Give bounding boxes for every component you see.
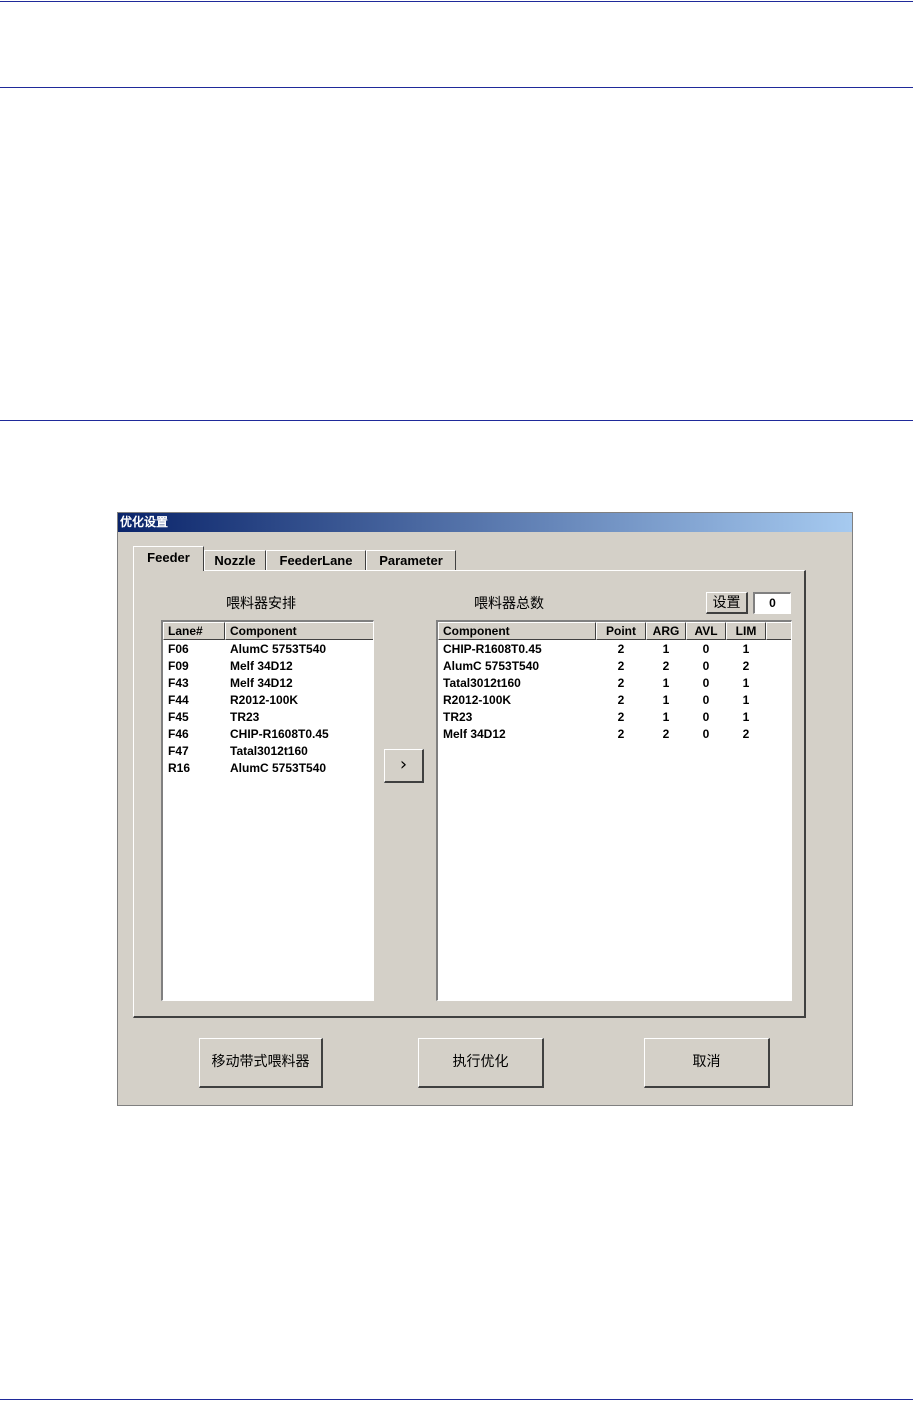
arg-cell: 1 [662,693,670,707]
component-cell: CHIP-R1608T0.45 [443,642,542,656]
lim-cell: 2 [742,659,750,673]
table-row[interactable]: R2012-100K 2 1 0 1 [438,692,791,709]
dialog-title[interactable]: 优化设置 [118,513,852,532]
col-component-total[interactable]: Component [438,622,596,640]
left-list-header: Lane# Component [163,622,373,640]
component-cell: Melf 34D12 [230,659,293,673]
list-item[interactable]: F45 TR23 [163,709,373,726]
arg-cell: 1 [662,710,670,724]
lane-cell: R16 [168,761,191,775]
tab-parameter[interactable]: Parameter [366,550,456,570]
component-cell: AlumC 5753T540 [230,761,327,775]
lim-cell: 1 [742,693,750,707]
avl-cell: 0 [702,642,710,656]
lane-cell: F09 [168,659,189,673]
point-cell: 2 [617,676,625,690]
component-cell: TR23 [230,710,260,724]
avl-cell: 0 [702,727,710,741]
lane-cell: F06 [168,642,189,656]
lim-cell: 2 [742,727,750,741]
list-item[interactable]: R16 AlumC 5753T540 [163,760,373,777]
col-component[interactable]: Component [225,622,373,640]
lim-cell: 1 [742,642,750,656]
list-item[interactable]: F44 R2012-100K [163,692,373,709]
component-cell: Melf 34D12 [230,676,293,690]
arg-cell: 1 [662,676,670,690]
list-item[interactable]: F06 AlumC 5753T540 [163,641,373,658]
feeder-tab-panel: 喂料器安排 喂料器总数 设置 0 Lane# Component F06 Alum… [133,570,806,1018]
component-cell: R2012-100K [443,693,512,707]
arg-cell: 1 [662,642,670,656]
table-row[interactable]: Melf 34D12 2 2 0 2 [438,726,791,743]
avl-cell: 0 [702,676,710,690]
lane-cell: F44 [168,693,189,707]
tab-nozzle[interactable]: Nozzle [204,550,266,570]
col-avl[interactable]: AVL [686,622,726,640]
point-cell: 2 [617,642,625,656]
list-item[interactable]: F43 Melf 34D12 [163,675,373,692]
list-item[interactable]: F46 CHIP-R1608T0.45 [163,726,373,743]
lane-cell: F45 [168,710,189,724]
avl-cell: 0 [702,659,710,673]
footer-rule [0,1399,913,1400]
section-rule [0,420,913,421]
point-cell: 2 [617,710,625,724]
tab-feederlane[interactable]: FeederLane [266,550,366,570]
col-filler [766,622,791,640]
feeder-total-list[interactable]: Component Point ARG AVL LIM CHIP-R1608T0… [436,620,792,1001]
lane-cell: F43 [168,676,189,690]
lim-cell: 1 [742,710,750,724]
tab-feeder[interactable]: Feeder [133,546,204,571]
component-cell: Tatal3012t160 [230,744,308,758]
component-cell: AlumC 5753T540 [443,659,540,673]
list-item[interactable]: F09 Melf 34D12 [163,658,373,675]
optimization-settings-dialog: 优化设置 Feeder Nozzle FeederLane Parameter … [117,512,853,1106]
col-lim[interactable]: LIM [726,622,766,640]
arg-cell: 2 [662,659,670,673]
feeder-arrangement-list[interactable]: Lane# Component F06 AlumC 5753T540 F09 Melf… [161,620,374,1001]
component-cell: TR23 [443,710,473,724]
col-lane[interactable]: Lane# [163,622,225,640]
lim-cell: 1 [742,676,750,690]
mobile-feeder-button[interactable]: 移动带式喂料器 [199,1038,323,1088]
component-cell: Tatal3012t160 [443,676,521,690]
right-list-header: Component Point ARG AVL LIM [438,622,791,640]
point-cell: 2 [617,659,625,673]
table-row[interactable]: CHIP-R1608T0.45 2 1 0 1 [438,641,791,658]
move-to-right-button[interactable]: › [384,749,424,783]
set-button[interactable]: 设置 [706,592,748,614]
point-cell: 2 [617,693,625,707]
table-row[interactable]: Tatal3012t160 2 1 0 1 [438,675,791,692]
col-point[interactable]: Point [596,622,646,640]
cancel-button[interactable]: 取消 [644,1038,770,1088]
feeder-total-caption: 喂料器总数 [474,596,544,612]
table-row[interactable]: AlumC 5753T540 2 2 0 2 [438,658,791,675]
avl-cell: 0 [702,710,710,724]
set-value-field[interactable]: 0 [753,592,791,614]
lane-cell: F46 [168,727,189,741]
col-arg[interactable]: ARG [646,622,686,640]
point-cell: 2 [617,727,625,741]
component-cell: R2012-100K [230,693,299,707]
lane-cell: F47 [168,744,189,758]
avl-cell: 0 [702,693,710,707]
list-item[interactable]: F47 Tatal3012t160 [163,743,373,760]
feeder-arrangement-caption: 喂料器安排 [226,596,296,612]
component-cell: Melf 34D12 [443,727,506,741]
arg-cell: 2 [662,727,670,741]
table-row[interactable]: TR23 2 1 0 1 [438,709,791,726]
header-rule [0,87,913,88]
page-top-rule [0,1,913,2]
component-cell: AlumC 5753T540 [230,642,327,656]
component-cell: CHIP-R1608T0.45 [230,727,329,741]
execute-optimization-button[interactable]: 执行优化 [418,1038,544,1088]
